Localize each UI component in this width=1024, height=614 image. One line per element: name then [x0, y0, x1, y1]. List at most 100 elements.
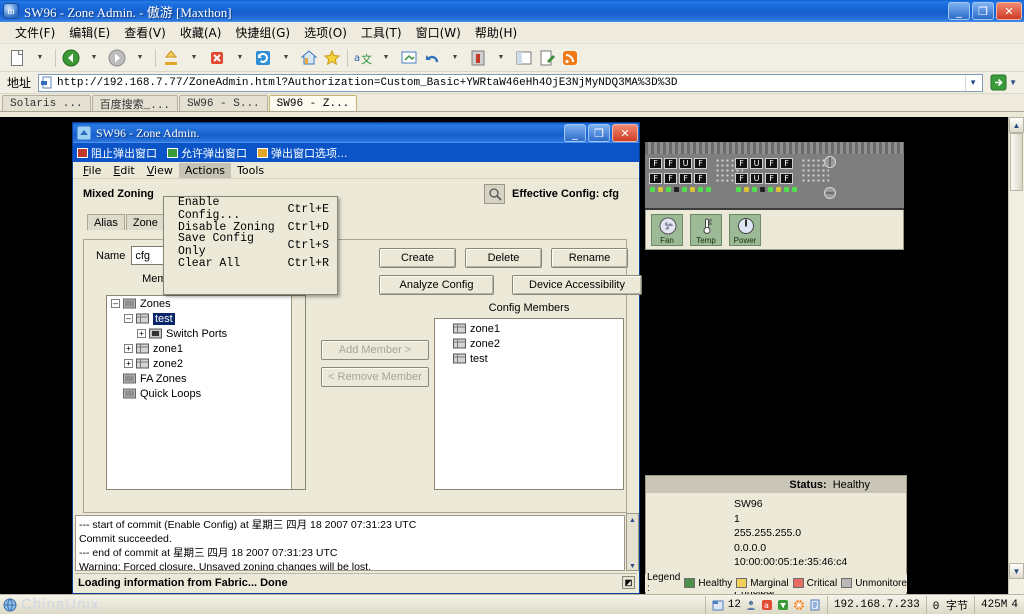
device-accessibility-button[interactable]: Device Accessibility: [512, 275, 642, 295]
filter-icon[interactable]: [777, 599, 789, 611]
address-dropdown-icon[interactable]: ▼: [965, 74, 980, 91]
log-vertical-scrollbar[interactable]: ▲ ▼: [626, 513, 639, 571]
page-scroll-up-icon[interactable]: ▲: [1009, 117, 1024, 133]
menu-window[interactable]: 窗口(W): [409, 22, 468, 43]
menu-help[interactable]: 帮助(H): [468, 22, 524, 43]
expander-icon[interactable]: –: [111, 299, 120, 308]
favorites-star-icon[interactable]: [321, 47, 343, 69]
skins-dropdown-icon[interactable]: ▼: [490, 47, 512, 69]
block-popups-item[interactable]: 阻止弹出窗口: [77, 145, 163, 161]
menu-tools[interactable]: 工具(T): [354, 22, 409, 43]
tab-zone[interactable]: Zone: [125, 214, 165, 230]
expander-icon[interactable]: +: [137, 329, 146, 338]
zone-menu-tools[interactable]: Tools: [231, 163, 270, 178]
port[interactable]: U: [750, 173, 763, 184]
go-button[interactable]: ▼: [987, 74, 1020, 91]
log-textarea[interactable]: --- start of commit (Enable Config) at 星…: [75, 515, 625, 571]
analyze-config-button[interactable]: Analyze Config: [379, 275, 494, 295]
menu-groups[interactable]: 快捷组(G): [228, 22, 297, 43]
port[interactable]: F: [694, 173, 707, 184]
back-dropdown-icon[interactable]: ▼: [83, 47, 105, 69]
go-dropdown-icon[interactable]: ▼: [1009, 78, 1017, 87]
screen-capture-button[interactable]: [398, 47, 420, 69]
port[interactable]: F: [679, 173, 692, 184]
menu-file[interactable]: 文件(F): [8, 22, 62, 43]
address-input[interactable]: http://192.168.7.77/ZoneAdmin.html?Autho…: [38, 73, 984, 92]
minimize-button[interactable]: _: [948, 2, 970, 20]
browser-tab-sw96-s[interactable]: SW96 - S...: [179, 95, 268, 111]
zone-menu-view[interactable]: View: [141, 163, 179, 178]
tree-node-zones[interactable]: – Zones: [107, 296, 305, 311]
menu-view[interactable]: 查看(V): [117, 22, 173, 43]
translate-button[interactable]: a文: [352, 47, 374, 69]
zone-admin-maximize-button[interactable]: ❐: [588, 124, 610, 142]
expander-icon[interactable]: +: [124, 344, 133, 353]
edit-page-button[interactable]: [536, 47, 558, 69]
scroll-up-icon[interactable]: ▲: [627, 514, 638, 526]
port[interactable]: U: [679, 158, 692, 169]
zone-admin-minimize-button[interactable]: _: [564, 124, 586, 142]
tree-node-quick-loops[interactable]: Quick Loops: [107, 386, 305, 401]
expander-icon[interactable]: –: [124, 314, 133, 323]
create-button[interactable]: Create: [379, 248, 456, 268]
page-scroll-thumb[interactable]: [1010, 133, 1023, 191]
add-member-button[interactable]: Add Member >: [321, 340, 429, 360]
port[interactable]: F: [649, 158, 662, 169]
menu-item-save-config-only[interactable]: Save Config Only Ctrl+S: [164, 232, 337, 258]
port[interactable]: F: [735, 158, 748, 169]
port[interactable]: F: [664, 173, 677, 184]
forward-button[interactable]: [106, 47, 128, 69]
port[interactable]: F: [780, 173, 793, 184]
up-dropdown-icon[interactable]: ▼: [183, 47, 205, 69]
close-button[interactable]: ✕: [996, 2, 1022, 20]
port[interactable]: U: [750, 158, 763, 169]
undo-dropdown-icon[interactable]: ▼: [444, 47, 466, 69]
refresh-button[interactable]: [252, 47, 274, 69]
zone-admin-close-button[interactable]: ✕: [612, 124, 638, 142]
stop-dropdown-icon[interactable]: ▼: [229, 47, 251, 69]
temp-status-button[interactable]: Temp: [690, 213, 722, 246]
browser-tab-sw96-z[interactable]: SW96 - Z...: [268, 95, 358, 111]
menu-favorites[interactable]: 收藏(A): [173, 22, 229, 43]
allow-popups-item[interactable]: 允许弹出窗口: [167, 145, 253, 161]
port[interactable]: F: [765, 173, 778, 184]
port[interactable]: F: [649, 173, 662, 184]
undo-button[interactable]: [421, 47, 443, 69]
new-tab-dropdown-icon[interactable]: ▼: [29, 47, 51, 69]
power-status-button[interactable]: Power: [729, 213, 761, 246]
list-item[interactable]: zone1: [435, 321, 623, 336]
scroll-down-icon[interactable]: ▼: [627, 560, 638, 572]
remove-member-button[interactable]: < Remove Member: [321, 367, 429, 387]
page-vertical-scrollbar[interactable]: ▲ ▼: [1008, 117, 1024, 594]
list-item[interactable]: zone2: [435, 336, 623, 351]
maximize-button[interactable]: ❐: [972, 2, 994, 20]
actions-dropdown-menu[interactable]: Enable Config... Ctrl+E Disable Zoning C…: [163, 196, 338, 295]
back-button[interactable]: [60, 47, 82, 69]
fan-status-button[interactable]: Fan: [651, 213, 683, 246]
port[interactable]: F: [780, 158, 793, 169]
translate-dropdown-icon[interactable]: ▼: [375, 47, 397, 69]
browser-tab-baidu[interactable]: 百度搜索_...: [91, 95, 179, 112]
port[interactable]: F: [664, 158, 677, 169]
config-members-list[interactable]: zone1 zone2 test: [434, 318, 624, 490]
delete-button[interactable]: Delete: [465, 248, 542, 268]
home-button[interactable]: [298, 47, 320, 69]
refresh-dropdown-icon[interactable]: ▼: [275, 47, 297, 69]
tab-alias[interactable]: Alias: [87, 214, 125, 230]
resize-grip-icon[interactable]: ◩: [622, 576, 635, 589]
menu-edit[interactable]: 编辑(E): [62, 22, 117, 43]
menu-options[interactable]: 选项(O): [297, 22, 354, 43]
port[interactable]: F: [694, 158, 707, 169]
skins-button[interactable]: [467, 47, 489, 69]
new-tab-button[interactable]: [6, 47, 28, 69]
ad-hunter-icon[interactable]: a: [761, 599, 773, 611]
zone-menu-actions[interactable]: Actions: [178, 162, 232, 178]
notes-icon[interactable]: [809, 599, 821, 611]
stop-button[interactable]: [206, 47, 228, 69]
rss-feed-button[interactable]: [559, 47, 581, 69]
up-button[interactable]: [160, 47, 182, 69]
expander-icon[interactable]: +: [124, 359, 133, 368]
sidebar-button[interactable]: [513, 47, 535, 69]
zone-menu-file[interactable]: FFileile: [77, 163, 107, 178]
rename-button[interactable]: Rename: [551, 248, 628, 268]
